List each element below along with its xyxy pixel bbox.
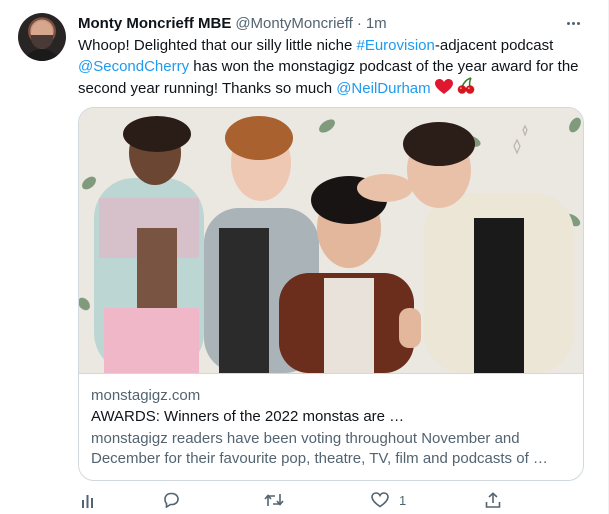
card-description: monstagigz readers have been voting thro…: [91, 430, 548, 467]
separator-dot: ·: [356, 14, 362, 32]
cherries-emoji-icon: [457, 77, 475, 94]
link-preview-card[interactable]: monstagigz.com AWARDS: Winners of the 20…: [78, 107, 584, 481]
hashtag-link[interactable]: #Eurovision: [356, 37, 434, 54]
card-meta: monstagigz.com AWARDS: Winners of the 20…: [79, 373, 583, 480]
retweet-button[interactable]: [264, 492, 294, 508]
tweet-header: Monty Moncrieff MBE @MontyMoncrieff · 1m: [78, 13, 387, 33]
like-icon: [371, 492, 389, 508]
avatar[interactable]: [18, 13, 66, 61]
share-button[interactable]: [485, 492, 501, 508]
tweet-text-part: Whoop! Delighted that our silly little n…: [78, 37, 357, 54]
more-options-icon[interactable]: [562, 12, 584, 34]
card-image[interactable]: [79, 108, 583, 373]
like-count: 1: [399, 492, 407, 508]
mention-link[interactable]: @SecondCherry: [78, 58, 189, 75]
retweet-icon: [264, 494, 284, 506]
analytics-icon: [82, 495, 93, 508]
timestamp[interactable]: 1m: [366, 15, 387, 32]
author-handle[interactable]: @MontyMoncrieff: [235, 15, 353, 32]
card-title[interactable]: AWARDS: Winners of the 2022 monstas are …: [91, 407, 573, 427]
reply-icon: [164, 492, 179, 508]
analytics-button[interactable]: [81, 492, 97, 508]
tweet-actions: 1: [78, 492, 508, 514]
mention-link[interactable]: @NeilDurham: [336, 80, 430, 97]
tweet-text: Whoop! Delighted that our silly little n…: [78, 35, 588, 99]
tweet[interactable]: Monty Moncrieff MBE @MontyMoncrieff · 1m…: [0, 0, 609, 514]
like-button[interactable]: 1: [371, 492, 406, 508]
card-domain: monstagigz.com: [91, 387, 201, 404]
heart-emoji-icon: [434, 79, 453, 94]
share-icon: [485, 492, 501, 508]
group-photo-image: [79, 108, 583, 373]
tweet-text-part: -adjacent podcast: [434, 37, 554, 54]
author-name[interactable]: Monty Moncrieff MBE: [78, 15, 231, 32]
reply-button[interactable]: [162, 492, 190, 508]
